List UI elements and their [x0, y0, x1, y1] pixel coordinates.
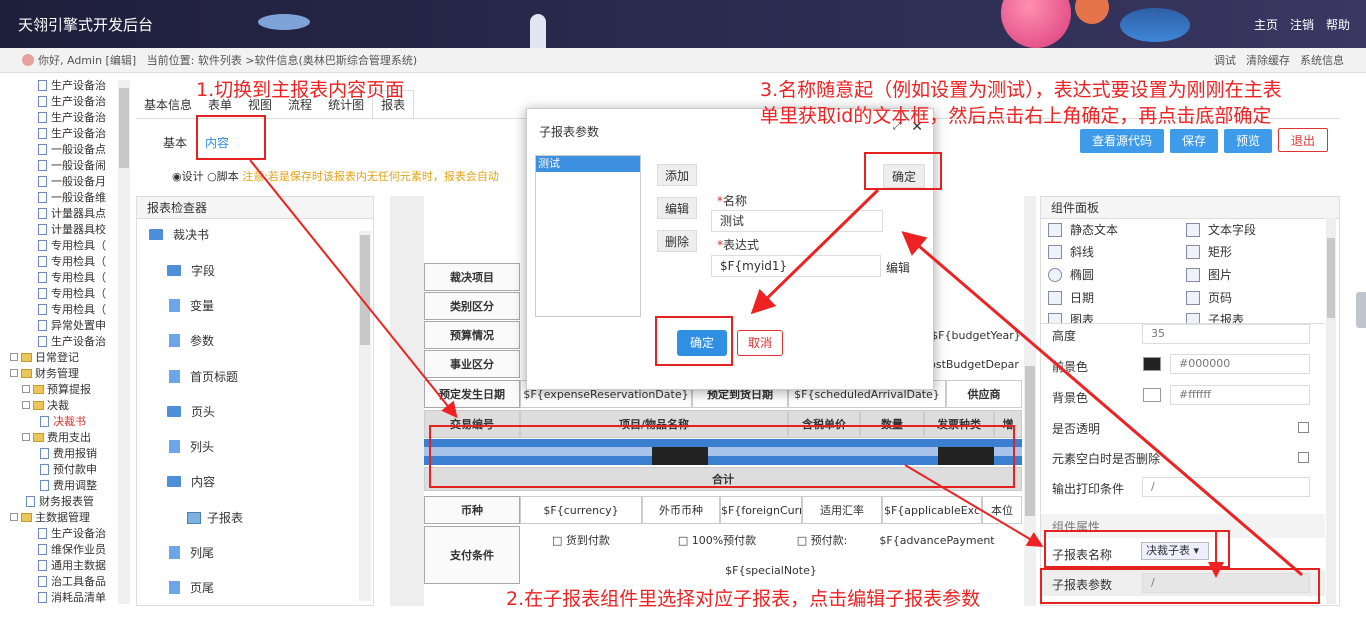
annotation-step3-line1: 3.名称随意起（例如设置为测试），表达式要设置为刚刚在主表 [760, 79, 1282, 101]
annotation-step2: 2.在子报表组件里选择对应子报表，点击编辑子报表参数 [506, 588, 981, 610]
annotation-step1: 1.切换到主报表内容页面 [196, 79, 405, 101]
annotation-step3-line2: 单里获取id的文本框，然后点击右上角确定，再点击底部确定 [760, 105, 1272, 127]
